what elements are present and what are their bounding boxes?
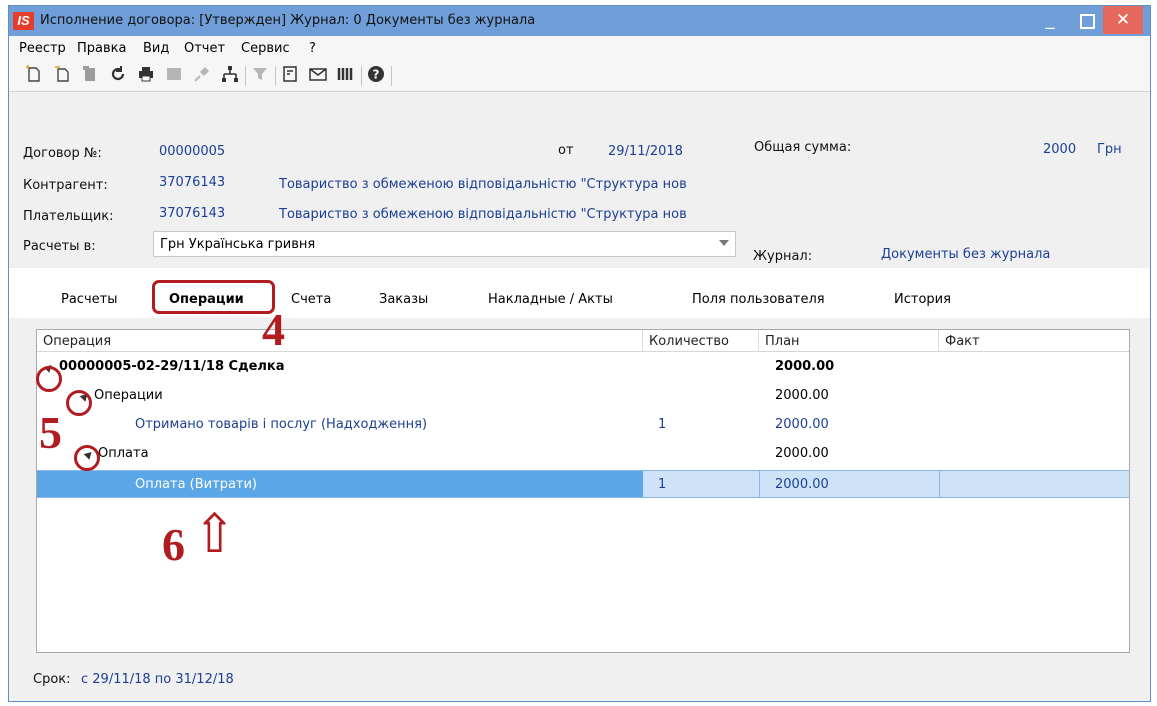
- title-bar[interactable]: IS Исполнение договора: [Утвержден] Журн…: [9, 6, 1150, 36]
- note-icon[interactable]: [163, 64, 185, 86]
- column-header-operation[interactable]: Операция: [37, 330, 643, 352]
- payer-name[interactable]: Товариство з обмеженою відповідальністю …: [279, 207, 687, 222]
- tab-settlements[interactable]: Расчеты: [61, 292, 117, 307]
- tab-waybills-acts[interactable]: Накладные / Акты: [488, 292, 613, 307]
- tab-invoices[interactable]: Счета: [291, 292, 331, 307]
- toolbar: ?: [9, 60, 1150, 92]
- window-title: Исполнение договора: [Утвержден] Журнал:…: [40, 13, 536, 28]
- payer-code: 37076143: [159, 206, 226, 221]
- columns-icon[interactable]: [335, 64, 357, 86]
- column-header-quantity[interactable]: Количество: [643, 330, 759, 352]
- counterparty-name[interactable]: Товариство з обмеженою відповідальністю …: [279, 177, 687, 192]
- table-row-selected[interactable]: Оплата (Витрати) 1 2000.00: [37, 470, 1129, 498]
- row-operation: 00000005-02-29/11/18 Сделка: [59, 359, 285, 374]
- row-plan: 2000.00: [775, 477, 829, 492]
- table-row[interactable]: 00000005-02-29/11/18 Сделка 2000.00: [37, 353, 1129, 381]
- column-header-fact[interactable]: Факт: [939, 330, 1129, 352]
- selected-operation-cell[interactable]: Оплата (Витрати): [37, 471, 643, 497]
- row-quantity: 1: [658, 417, 667, 432]
- toolbar-separator: [361, 66, 362, 86]
- svg-text:?: ?: [373, 68, 380, 82]
- hierarchy-icon[interactable]: [219, 64, 241, 86]
- settlements-currency-value: Грн Українська гривня: [160, 237, 316, 252]
- toolbar-separator: [391, 66, 392, 86]
- row-operation: Оплата (Витрати): [135, 477, 258, 492]
- cell-divider: [759, 471, 760, 497]
- table-row[interactable]: Оплата 2000.00: [37, 440, 1129, 468]
- menu-view[interactable]: Вид: [143, 41, 169, 56]
- total-sum-label: Общая сумма:: [754, 140, 852, 155]
- tab-history[interactable]: История: [894, 292, 951, 307]
- close-button[interactable]: ✕: [1103, 6, 1143, 34]
- annotation-step-4: 4: [262, 304, 285, 355]
- filter-icon[interactable]: [249, 64, 271, 86]
- annotation-circle: [36, 366, 62, 392]
- tab-orders[interactable]: Заказы: [379, 292, 428, 307]
- term-label: Срок:: [33, 672, 71, 687]
- table-row[interactable]: Отримано товарів і послуг (Надходження) …: [37, 411, 1129, 439]
- row-operation: Оплата: [98, 446, 149, 461]
- contract-date-value: 29/11/2018: [608, 144, 683, 159]
- operations-grid[interactable]: Операция Количество План Факт 00000005-0…: [36, 329, 1130, 653]
- row-operation: Отримано товарів і послуг (Надходження): [135, 417, 428, 432]
- annotation-circle: [74, 445, 100, 471]
- menu-edit[interactable]: Правка: [77, 41, 126, 56]
- settlements-label: Расчеты в:: [23, 239, 96, 254]
- app-logo-icon: IS: [13, 12, 34, 30]
- column-header-plan[interactable]: План: [759, 330, 939, 352]
- annotation-step-6: 6: [162, 519, 185, 570]
- row-plan: 2000.00: [775, 446, 829, 461]
- app-window: IS Исполнение договора: [Утвержден] Журн…: [8, 5, 1151, 702]
- paste-icon[interactable]: [79, 64, 101, 86]
- row-operation: Операции: [94, 388, 163, 403]
- menu-service[interactable]: Сервис: [241, 41, 290, 56]
- arrow-up-icon: ⇧: [192, 504, 238, 564]
- cell-divider: [939, 471, 940, 497]
- mail-icon[interactable]: [307, 64, 329, 86]
- contract-header: Договор №: 00000005 от 29/11/2018 Общая …: [9, 93, 1150, 267]
- row-plan: 2000.00: [775, 359, 835, 374]
- total-currency: Грн: [1097, 142, 1122, 157]
- menu-registry[interactable]: Реестр: [19, 41, 66, 56]
- annotation-circle: [66, 390, 92, 416]
- menu-bar: Реестр Правка Вид Отчет Сервис ?: [9, 36, 1150, 60]
- toolbar-separator: [275, 66, 276, 86]
- toolbar-separator: [245, 66, 246, 86]
- counterparty-label: Контрагент:: [23, 178, 108, 193]
- term-value: с 29/11/18 по 31/12/18: [81, 672, 234, 687]
- menu-report[interactable]: Отчет: [184, 41, 225, 56]
- tab-user-fields[interactable]: Поля пользователя: [692, 292, 825, 307]
- total-sum-value: 2000: [1043, 142, 1077, 157]
- journal-value[interactable]: Документы без журнала: [881, 247, 1050, 262]
- status-footer: Срок: с 29/11/18 по 31/12/18: [9, 656, 1150, 701]
- print-icon[interactable]: [135, 64, 157, 86]
- row-plan: 2000.00: [775, 417, 829, 432]
- date-label: от: [558, 143, 574, 158]
- copy-doc-icon[interactable]: [51, 64, 73, 86]
- contract-number-value: 00000005: [159, 144, 226, 159]
- menu-help[interactable]: ?: [309, 41, 316, 56]
- help-icon[interactable]: ?: [365, 64, 387, 86]
- settlements-currency-select[interactable]: Грн Українська гривня: [153, 231, 736, 257]
- refresh-icon[interactable]: [107, 64, 129, 86]
- row-plan: 2000.00: [775, 388, 829, 403]
- annotation-step-5: 5: [39, 407, 62, 458]
- counterparty-code: 37076143: [159, 175, 226, 190]
- form-icon[interactable]: [279, 64, 301, 86]
- journal-label: Журнал:: [753, 249, 813, 264]
- pin-icon[interactable]: [191, 64, 213, 86]
- table-row[interactable]: Операции 2000.00: [37, 382, 1129, 410]
- chevron-down-icon[interactable]: [719, 240, 729, 246]
- annotation-highlight-box: [152, 280, 275, 314]
- row-quantity: 1: [658, 477, 667, 492]
- minimize-button[interactable]: _: [1033, 6, 1067, 34]
- maximize-button[interactable]: [1069, 6, 1103, 34]
- contract-number-label: Договор №:: [23, 146, 102, 161]
- new-doc-icon[interactable]: [23, 64, 45, 86]
- payer-label: Плательщик:: [23, 209, 114, 224]
